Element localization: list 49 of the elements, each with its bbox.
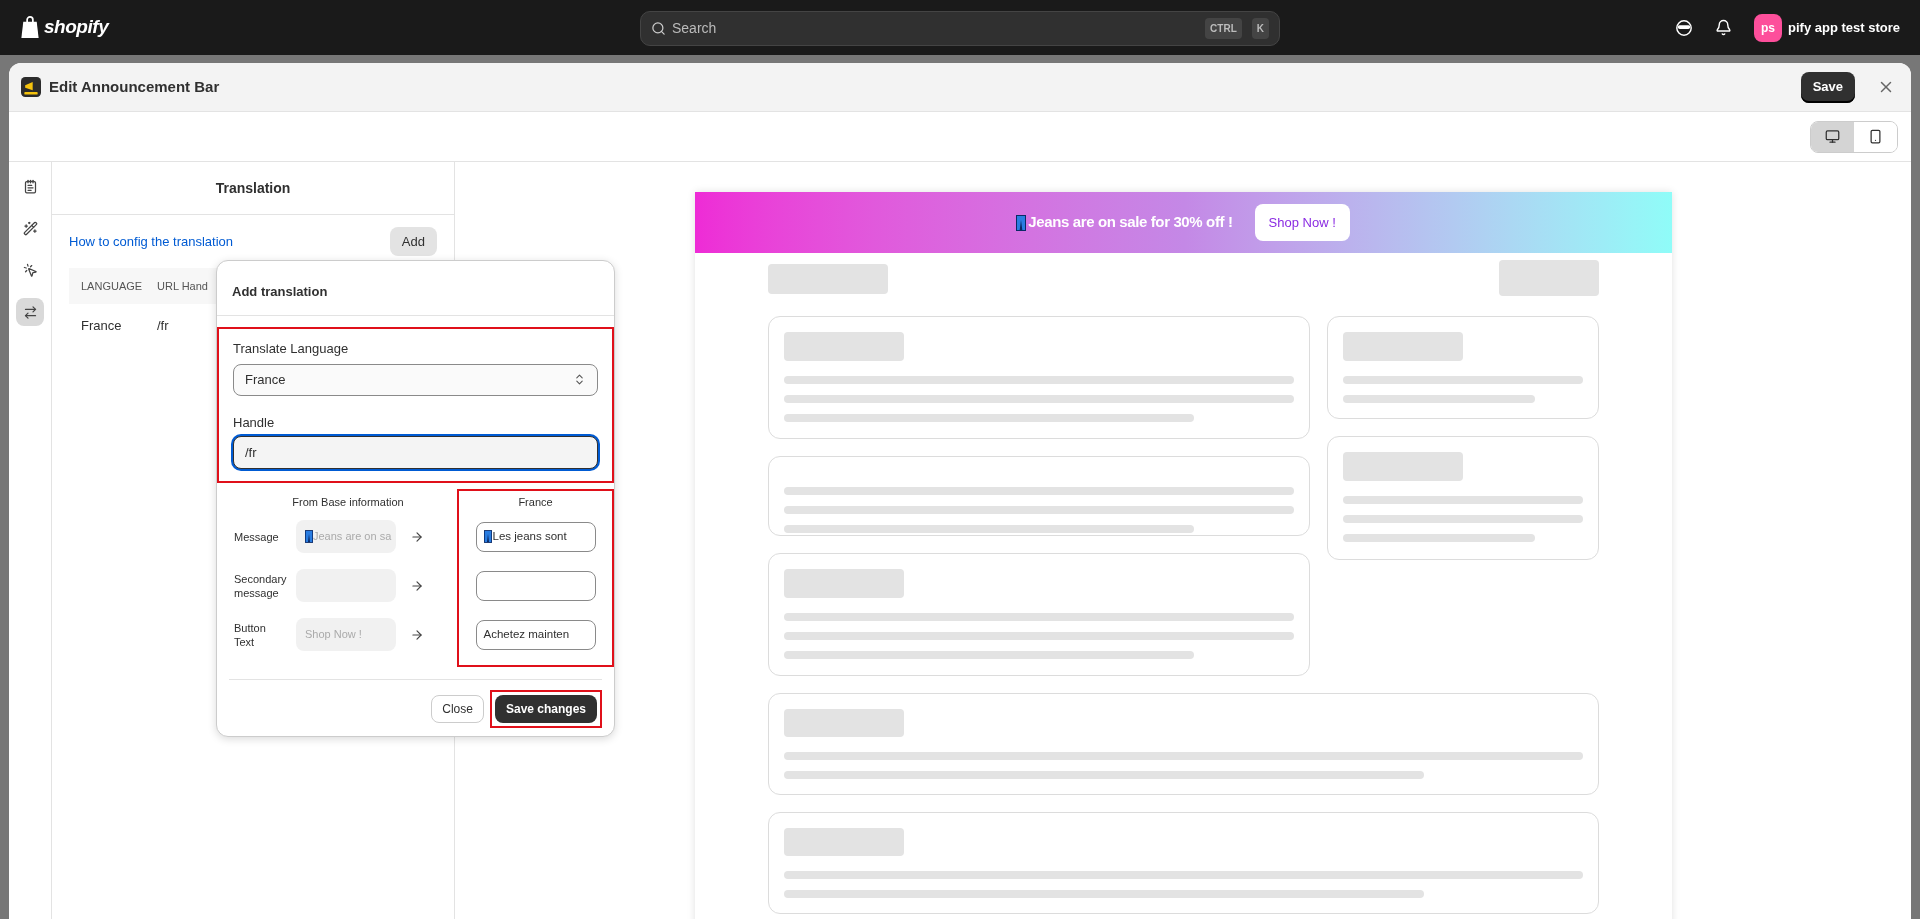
column-header: From Base information bbox=[291, 495, 405, 510]
save-button[interactable]: Save bbox=[1800, 71, 1855, 103]
column-header: URL Hand bbox=[157, 278, 208, 294]
sidebar-tab[interactable] bbox=[16, 298, 44, 326]
row-label: Message bbox=[234, 529, 280, 544]
panel-title: Translation bbox=[215, 178, 291, 198]
chevron-updown-icon bbox=[573, 373, 586, 386]
shortcut-key: CTRL bbox=[1205, 18, 1242, 39]
notification-bell-icon[interactable] bbox=[1715, 19, 1733, 36]
swap-arrows-icon bbox=[22, 304, 38, 320]
translation-field[interactable]: Les jeans sont bbox=[475, 521, 596, 552]
translation-field[interactable] bbox=[475, 570, 596, 601]
shopping-bag-icon bbox=[20, 16, 40, 39]
row-label: Button Text bbox=[234, 620, 267, 649]
base-field: Shop Now ! bbox=[296, 618, 396, 651]
cursor-click-icon bbox=[22, 262, 38, 278]
column-header: LANGUAGE bbox=[80, 278, 144, 294]
search-field[interactable]: Search CTRL K bbox=[640, 11, 1280, 46]
phone-icon bbox=[1868, 129, 1883, 144]
translation-field[interactable]: Achetez mainten bbox=[475, 619, 596, 650]
add-button[interactable]: Add bbox=[389, 227, 437, 256]
field-label: Handle bbox=[233, 413, 276, 432]
handle-field[interactable]: /fr bbox=[233, 436, 598, 469]
row-label: Secondary message bbox=[234, 571, 288, 600]
megaphone-app-icon bbox=[21, 77, 41, 97]
notes-icon bbox=[22, 178, 38, 194]
magic-wand-icon bbox=[22, 220, 38, 236]
store-name[interactable]: pify app test store bbox=[1788, 17, 1900, 38]
dialog-title: Add translation bbox=[232, 284, 328, 299]
base-field: Jeans are on sa bbox=[296, 520, 396, 553]
field-label: Translate Language bbox=[233, 340, 350, 358]
shortcut-key: K bbox=[1251, 18, 1269, 39]
shop-now-button[interactable]: Shop Now ! bbox=[1254, 204, 1350, 241]
jeans-icon bbox=[1016, 214, 1027, 231]
table-cell-text: France bbox=[80, 317, 123, 336]
announcement-message: Jeans are on sale for 30% off ! bbox=[1028, 212, 1233, 233]
search-icon bbox=[651, 21, 666, 36]
jeans-icon bbox=[305, 530, 313, 543]
logo-text: shopify bbox=[44, 15, 109, 40]
save-changes-button[interactable]: Save changes bbox=[494, 695, 597, 723]
table-cell-text: /fr bbox=[157, 317, 169, 336]
device-toggle[interactable] bbox=[1811, 121, 1854, 152]
monitor-icon bbox=[1825, 129, 1840, 144]
jeans-icon bbox=[483, 530, 492, 543]
close-button[interactable]: Close bbox=[431, 695, 484, 723]
window-title: Edit Announcement Bar bbox=[49, 76, 220, 97]
language-select[interactable]: France bbox=[233, 363, 598, 396]
help-link[interactable]: How to config the translation bbox=[69, 231, 234, 252]
column-header: France bbox=[518, 495, 553, 510]
